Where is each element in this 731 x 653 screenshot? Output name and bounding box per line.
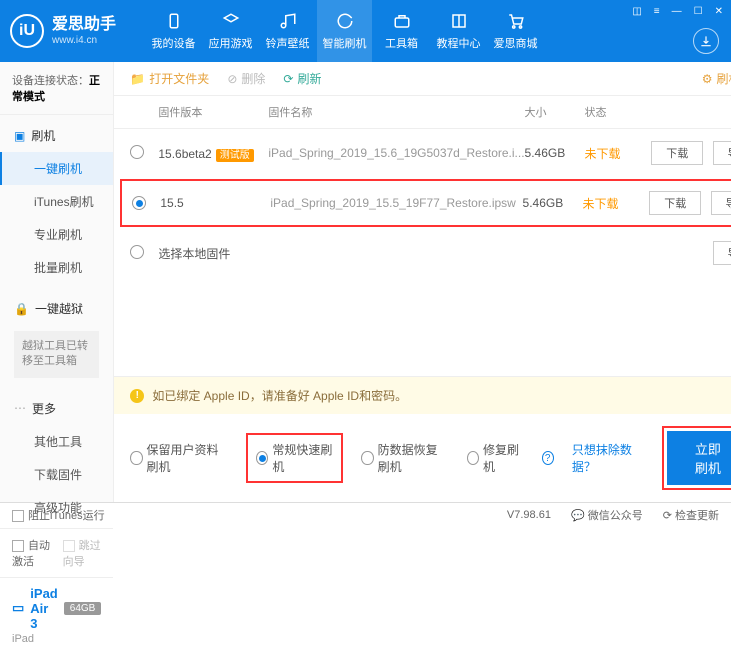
check-update-link[interactable]: ⟳ 检查更新 [663, 507, 719, 523]
nav-toolbox[interactable]: 工具箱 [374, 0, 429, 62]
mode-normal-fast[interactable]: 常规快速刷机 [246, 433, 343, 483]
flash-settings-button[interactable]: ⚙刷机设置 [702, 70, 731, 87]
flash-mode-bar: 保留用户资料刷机 常规快速刷机 防数据恢复刷机 修复刷机 ? 只想抹除数据？ 立… [114, 414, 731, 502]
app-logo: iU 爱思助手 www.i4.cn [10, 14, 116, 48]
beta-badge: 测试版 [216, 149, 254, 162]
close-icon[interactable]: ✕ [713, 4, 725, 19]
cart-icon [506, 11, 526, 31]
mode-repair[interactable]: 修复刷机 [467, 441, 524, 475]
titlebar: iU 爱思助手 www.i4.cn 我的设备 应用游戏 铃声壁纸 智能刷机 工具… [0, 0, 731, 62]
block-itunes-checkbox[interactable]: 阻止iTunes运行 [12, 507, 105, 523]
sidebar-item-download-fw[interactable]: 下载固件 [0, 458, 113, 491]
tablet-icon: ▭ [12, 600, 24, 616]
warning-icon: ! [130, 389, 144, 403]
sidebar-item-itunes[interactable]: iTunes刷机 [0, 185, 113, 218]
storage-badge: 64GB [64, 602, 102, 615]
download-indicator-icon[interactable] [693, 28, 719, 54]
app-title: 爱思助手 [52, 15, 116, 34]
music-icon [278, 11, 298, 31]
nav-flash[interactable]: 智能刷机 [317, 0, 372, 62]
refresh-button[interactable]: ⟳刷新 [283, 70, 321, 87]
more-icon: ⋯ [14, 401, 26, 415]
help-icon[interactable]: ? [542, 451, 554, 465]
radio-unchecked[interactable] [130, 245, 144, 259]
device-card[interactable]: ▭ iPad Air 3 64GB iPad [0, 577, 113, 653]
update-icon: ⟳ [663, 510, 672, 522]
logo-icon: iU [10, 14, 44, 48]
window-controls: ◫ ≡ — ☐ ✕ [630, 4, 725, 19]
radio-unchecked[interactable] [130, 145, 144, 159]
apps-icon [221, 11, 241, 31]
sidebar-section-flash[interactable]: ▣刷机 [0, 119, 113, 152]
main-nav: 我的设备 应用游戏 铃声壁纸 智能刷机 工具箱 教程中心 爱思商城 [146, 0, 543, 62]
connection-status: 设备连接状态：正常模式 [0, 62, 113, 115]
lock-icon: 🔒 [14, 302, 29, 316]
firmware-table-header: 固件版本 固件名称 大小 状态 操作 [114, 96, 731, 129]
flash-icon: ▣ [14, 129, 25, 143]
toolbox-icon [392, 11, 412, 31]
import-button[interactable]: 导入 [713, 241, 731, 265]
sidebar-item-othertools[interactable]: 其他工具 [0, 425, 113, 458]
wechat-icon: 💬 [571, 510, 585, 522]
phone-icon [164, 11, 184, 31]
sidebar-item-batch[interactable]: 批量刷机 [0, 251, 113, 284]
download-button[interactable]: 下载 [651, 141, 703, 165]
folder-icon: 📁 [130, 72, 145, 86]
nav-apps[interactable]: 应用游戏 [203, 0, 258, 62]
delete-button[interactable]: ⊘删除 [227, 70, 265, 87]
download-button[interactable]: 下载 [649, 191, 701, 215]
toolbar: 📁打开文件夹 ⊘删除 ⟳刷新 ⚙刷机设置 [114, 62, 731, 96]
sidebar-section-more[interactable]: ⋯更多 [0, 392, 113, 425]
nav-my-device[interactable]: 我的设备 [146, 0, 201, 62]
import-button[interactable]: 导入 [713, 141, 731, 165]
refresh-icon: ⟳ [283, 72, 293, 86]
maximize-icon[interactable]: ☐ [692, 4, 705, 19]
sidebar-section-jailbreak[interactable]: 🔒一键越狱 [0, 292, 113, 325]
book-icon [449, 11, 469, 31]
version-label: V7.98.61 [507, 509, 551, 521]
main-panel: 📁打开文件夹 ⊘删除 ⟳刷新 ⚙刷机设置 固件版本 固件名称 大小 状态 操作 … [114, 62, 731, 502]
skin-icon[interactable]: ◫ [630, 4, 643, 19]
skip-guide-checkbox[interactable]: 跳过向导 [63, 537, 102, 569]
sidebar-item-pro[interactable]: 专业刷机 [0, 218, 113, 251]
gear-icon: ⚙ [702, 72, 713, 86]
app-subtitle: www.i4.cn [52, 35, 116, 47]
firmware-row-selected[interactable]: 15.5 iPad_Spring_2019_15.5_19F77_Restore… [120, 179, 731, 227]
flash-now-button[interactable]: 立即刷机 [667, 431, 731, 485]
radio-checked[interactable] [132, 196, 146, 210]
refresh-icon [335, 11, 355, 31]
sidebar-item-oneclick[interactable]: 一键刷机 [0, 152, 113, 185]
local-firmware-row[interactable]: 选择本地固件 导入 [114, 229, 731, 277]
nav-tutorials[interactable]: 教程中心 [431, 0, 486, 62]
firmware-row[interactable]: 15.6beta2测试版 iPad_Spring_2019_15.6_19G50… [114, 129, 731, 177]
mode-anti-recovery[interactable]: 防数据恢复刷机 [361, 441, 449, 475]
sidebar: 设备连接状态：正常模式 ▣刷机 一键刷机 iTunes刷机 专业刷机 批量刷机 … [0, 62, 114, 502]
auto-activate-checkbox[interactable]: 自动激活 [12, 537, 51, 569]
menu-icon[interactable]: ≡ [652, 4, 662, 19]
appleid-warning: ! 如已绑定 Apple ID，请准备好 Apple ID和密码。 ✕ [114, 377, 731, 414]
mode-keep-data[interactable]: 保留用户资料刷机 [130, 441, 228, 475]
delete-icon: ⊘ [227, 72, 237, 86]
import-button[interactable]: 导入 [711, 191, 731, 215]
minimize-icon[interactable]: — [670, 4, 684, 19]
nav-ringtones[interactable]: 铃声壁纸 [260, 0, 315, 62]
open-folder-button[interactable]: 📁打开文件夹 [130, 70, 209, 87]
nav-store[interactable]: 爱思商城 [488, 0, 543, 62]
jailbreak-moved-note: 越狱工具已转移至工具箱 [14, 331, 99, 378]
erase-only-link[interactable]: 只想抹除数据？ [572, 441, 644, 475]
wechat-link[interactable]: 💬 微信公众号 [571, 507, 643, 523]
